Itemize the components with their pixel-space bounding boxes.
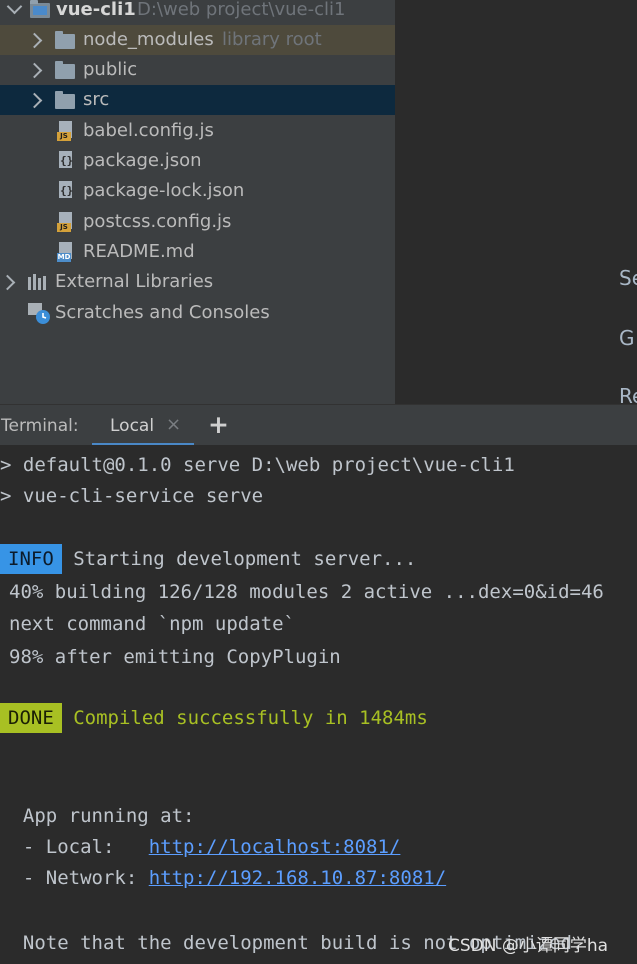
tree-root-row[interactable]: vue-cli1 D:\web project\vue-cli1 — [0, 0, 395, 25]
module-folder-icon — [30, 0, 50, 18]
libraries-icon — [28, 274, 50, 290]
tree-item-label: package.json — [83, 150, 202, 171]
js-file-icon: JS — [57, 121, 73, 141]
tab-local[interactable]: Local × — [92, 405, 194, 446]
tree-item-package-json[interactable]: {} package.json — [0, 146, 395, 176]
json-file-icon: {} — [57, 151, 73, 171]
watermark: CSDN @小谭同学ha — [448, 936, 609, 956]
welcome-text: Re — [619, 384, 637, 404]
tree-item-readme[interactable]: MD README.md — [0, 237, 395, 267]
welcome-text: G — [619, 326, 635, 350]
js-file-icon: JS — [57, 212, 73, 232]
terminal-line: > vue-cli-service serve — [0, 485, 264, 507]
tree-item-public[interactable]: public — [0, 55, 395, 85]
tree-item-label: babel.config.js — [83, 120, 214, 141]
terminal-line: 40% building 126/128 modules 2 active ..… — [9, 581, 604, 603]
terminal-line: DONE Compiled successfully in 1484ms — [0, 703, 428, 733]
add-terminal-button[interactable]: + — [208, 410, 229, 439]
network-url-link[interactable]: http://192.168.10.87:8081/ — [149, 867, 446, 889]
tree-item-label: External Libraries — [55, 271, 214, 292]
tree-item-node-modules[interactable]: node_modules library root — [0, 25, 395, 55]
chevron-right-icon[interactable] — [26, 92, 43, 109]
local-url-link[interactable]: http://localhost:8081/ — [149, 836, 401, 858]
info-text: Starting development server... — [61, 548, 417, 570]
info-badge: INFO — [0, 544, 62, 574]
chevron-down-icon[interactable] — [6, 0, 23, 15]
tree-item-label: package-lock.json — [83, 180, 245, 201]
terminal-output[interactable]: > default@0.1.0 serve D:\web project\vue… — [0, 445, 637, 964]
tree-item-postcss-config[interactable]: JS postcss.config.js — [0, 207, 395, 237]
welcome-text: Se — [619, 266, 637, 290]
tree-item-external-libraries[interactable]: External Libraries — [0, 267, 395, 297]
project-name: vue-cli1 — [56, 0, 136, 20]
local-label: - Local: — [0, 836, 149, 858]
terminal-line: > default@0.1.0 serve D:\web project\vue… — [0, 454, 515, 476]
close-icon[interactable]: × — [166, 414, 181, 435]
tree-item-label: postcss.config.js — [83, 211, 232, 232]
tree-item-babel-config[interactable]: JS babel.config.js — [0, 116, 395, 146]
project-tree: vue-cli1 D:\web project\vue-cli1 node_mo… — [0, 0, 395, 404]
terminal-tab-bar: Terminal: Local × + — [0, 404, 637, 446]
project-path: D:\web project\vue-cli1 — [137, 0, 346, 20]
tree-item-label: Scratches and Consoles — [55, 302, 270, 323]
tab-label: Local — [110, 416, 155, 436]
terminal-line: App running at: — [0, 805, 195, 827]
folder-icon — [55, 61, 75, 79]
tree-item-label: node_modules — [83, 29, 214, 50]
terminal-line: 98% after emitting CopyPlugin — [9, 646, 341, 668]
folder-icon — [55, 31, 75, 49]
chevron-right-icon[interactable] — [26, 32, 43, 49]
scratches-icon — [28, 303, 52, 325]
chevron-right-icon[interactable] — [26, 62, 43, 79]
terminal-line: - Local: http://localhost:8081/ — [0, 835, 401, 859]
done-badge: DONE — [0, 703, 62, 733]
done-text: Compiled successfully in 1484ms — [61, 707, 428, 729]
chevron-right-icon[interactable] — [0, 274, 16, 291]
terminal-line: INFO Starting development server... — [0, 544, 416, 574]
markdown-file-icon: MD — [57, 242, 73, 262]
terminal-line: - Network: http://192.168.10.87:8081/ — [0, 866, 446, 890]
terminal-title: Terminal: — [1, 416, 79, 436]
tree-item-src[interactable]: src — [0, 85, 395, 115]
folder-icon — [55, 91, 75, 109]
editor-welcome-pane: Se G Re — [395, 0, 637, 404]
tree-item-scratches[interactable]: Scratches and Consoles — [0, 298, 395, 328]
library-root-hint: library root — [222, 29, 322, 50]
tree-item-package-lock-json[interactable]: {} package-lock.json — [0, 176, 395, 206]
terminal-line: next command `npm update` — [9, 613, 295, 635]
tree-item-label: README.md — [83, 241, 195, 262]
tree-item-label: public — [83, 59, 138, 80]
network-label: - Network: — [0, 867, 149, 889]
tree-item-label: src — [83, 89, 110, 110]
json-file-icon: {} — [57, 181, 73, 201]
